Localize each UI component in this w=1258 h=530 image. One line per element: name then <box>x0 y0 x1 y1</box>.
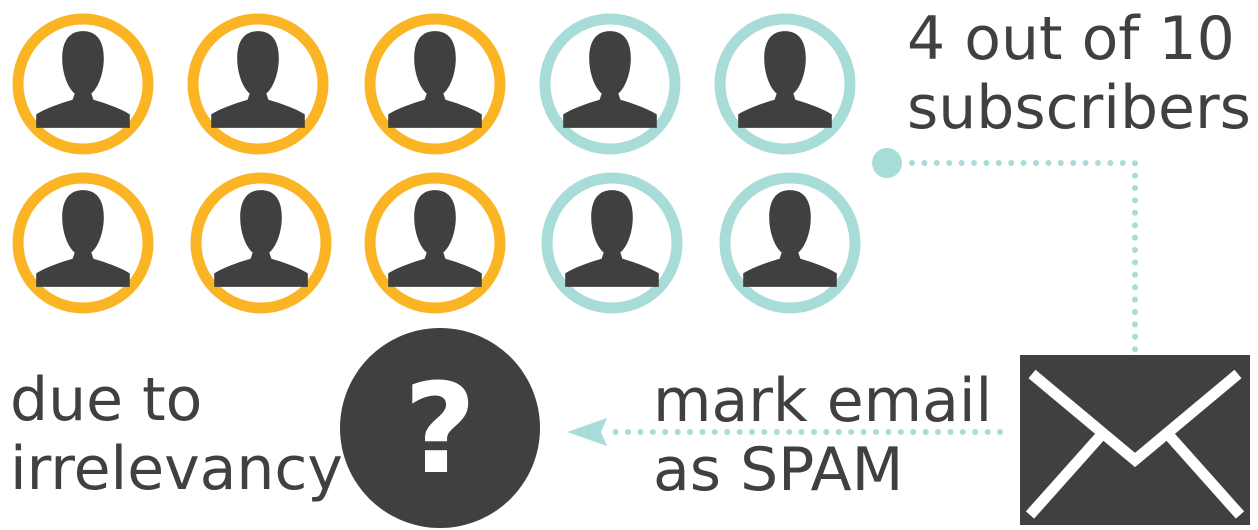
subscriber-avatar <box>541 172 683 314</box>
subscriber-avatar <box>364 172 506 314</box>
question-mark-icon: ? <box>340 328 540 528</box>
person-icon <box>743 190 837 287</box>
reason-caption-line-1: due to <box>10 365 203 435</box>
question-mark-glyph: ? <box>404 357 477 502</box>
action-caption: mark email as SPAM <box>653 371 992 500</box>
action-caption-line-2: as SPAM <box>653 435 904 505</box>
connector-dot <box>872 148 902 178</box>
envelope-icon <box>1020 355 1250 525</box>
arrow-head-icon <box>567 418 607 446</box>
person-icon <box>36 190 130 287</box>
person-icon <box>563 31 657 128</box>
subscriber-avatar <box>719 172 861 314</box>
person-icon <box>214 190 308 287</box>
subscriber-caption-line-2: subscribers <box>907 73 1251 143</box>
reason-caption-line-2: irrelevancy <box>10 434 343 504</box>
reason-caption: due to irrelevancy <box>10 370 343 499</box>
person-icon <box>388 31 482 128</box>
subscriber-caption: 4 out of 10 subscribers <box>907 9 1251 138</box>
subscriber-avatar <box>12 13 154 155</box>
subscriber-avatar <box>12 172 154 314</box>
person-icon <box>211 31 305 128</box>
subscriber-caption-line-1: 4 out of 10 <box>907 4 1235 74</box>
person-icon <box>388 190 482 287</box>
subscriber-avatar <box>714 13 856 155</box>
subscriber-avatar <box>539 13 681 155</box>
spam-infographic: ? 4 out of 10 subscribers mark email as … <box>0 0 1258 530</box>
subscriber-avatar <box>190 172 332 314</box>
person-icon <box>738 31 832 128</box>
subscriber-avatar <box>187 13 329 155</box>
person-icon <box>36 31 130 128</box>
action-caption-line-1: mark email <box>653 366 993 436</box>
subscriber-avatar <box>364 13 506 155</box>
person-icon <box>565 190 659 287</box>
subscriber-grid <box>12 13 861 314</box>
